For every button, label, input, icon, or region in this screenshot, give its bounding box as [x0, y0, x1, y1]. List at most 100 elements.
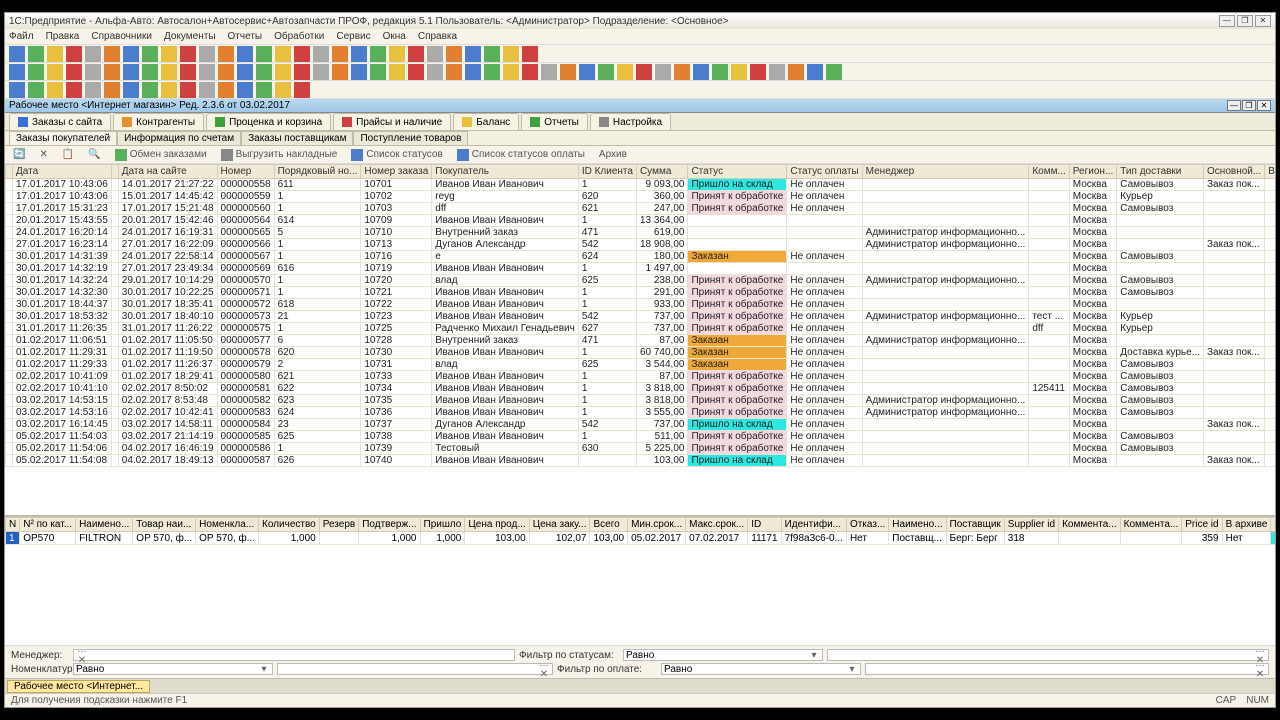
col-header[interactable]: Внутр...	[1265, 165, 1275, 179]
toolbar-button[interactable]	[218, 64, 234, 80]
close-button[interactable]: ✕	[1255, 15, 1271, 27]
toolbar-button[interactable]	[332, 46, 348, 62]
table-row[interactable]: 30.01.2017 18:53:3230.01.2017 18:40:1000…	[6, 311, 1276, 323]
toolbar-button[interactable]	[598, 64, 614, 80]
toolbar-button[interactable]	[275, 82, 291, 98]
col-header[interactable]: Тип доставки	[1117, 165, 1204, 179]
toolbar-button[interactable]	[256, 46, 272, 62]
table-row[interactable]: 05.02.2017 11:54:0804.02.2017 18:49:1300…	[6, 455, 1276, 467]
toolbar-button[interactable]	[427, 64, 443, 80]
toolbar-button[interactable]	[47, 64, 63, 80]
detail-col-header[interactable]: Всего	[590, 518, 628, 532]
subtab-2[interactable]: Заказы поставщикам	[241, 131, 353, 145]
toolbar-button[interactable]	[769, 64, 785, 80]
detail-col-header[interactable]: Идентифи...	[781, 518, 846, 532]
detail-col-header[interactable]: Мин.срок...	[628, 518, 686, 532]
detail-col-header[interactable]: Поставщик	[946, 518, 1004, 532]
toolbar-button[interactable]	[370, 46, 386, 62]
detail-col-header[interactable]: В архиве	[1222, 518, 1271, 532]
col-header[interactable]: Основной...	[1204, 165, 1265, 179]
toolbar-button[interactable]	[750, 64, 766, 80]
toolbar-button[interactable]	[484, 64, 500, 80]
action-icon[interactable]: ✕	[35, 149, 51, 160]
col-header[interactable]: Порядковый но...	[274, 165, 361, 179]
toolbar-button[interactable]	[636, 64, 652, 80]
col-header[interactable]: Менеджер	[862, 165, 1029, 179]
action-Обмен заказами[interactable]: Обмен заказами	[111, 149, 211, 161]
toolbar-button[interactable]	[655, 64, 671, 80]
table-row[interactable]: 20.01.2017 15:43:5520.01.2017 15:42:4600…	[6, 215, 1276, 227]
toolbar-button[interactable]	[465, 64, 481, 80]
action-icon[interactable]: 🔄	[9, 149, 29, 160]
col-header[interactable]: Дата на сайте	[118, 165, 217, 179]
window-tab-workspace[interactable]: Рабочее место <Интернет...	[7, 680, 150, 693]
detail-col-header[interactable]: Коммента...	[1059, 518, 1121, 532]
table-row[interactable]: 24.01.2017 16:20:1424.01.2017 16:19:3100…	[6, 227, 1276, 239]
action-Выгрузить накладные[interactable]: Выгрузить накладные	[217, 149, 342, 161]
toolbar-button[interactable]	[237, 82, 253, 98]
detail-col-header[interactable]: Статус	[1271, 518, 1275, 532]
col-header[interactable]: Статус оплаты	[787, 165, 862, 179]
toolbar-button[interactable]	[104, 82, 120, 98]
table-row[interactable]: 30.01.2017 14:31:3924.01.2017 22:58:1400…	[6, 251, 1276, 263]
toolbar-button[interactable]	[427, 46, 443, 62]
table-row[interactable]: 01.02.2017 11:06:5101.02.2017 11:05:5000…	[6, 335, 1276, 347]
toolbar-button[interactable]	[579, 64, 595, 80]
menu-Справочники[interactable]: Справочники	[91, 31, 152, 42]
toolbar-button[interactable]	[484, 46, 500, 62]
toolbar-button[interactable]	[237, 64, 253, 80]
col-header[interactable]: Сумма	[636, 165, 688, 179]
toolbar-button[interactable]	[294, 46, 310, 62]
table-row[interactable]: 05.02.2017 11:54:0604.02.2017 16:46:1900…	[6, 443, 1276, 455]
detail-col-header[interactable]: Наимено...	[889, 518, 946, 532]
table-row[interactable]: 05.02.2017 11:54:0303.02.2017 21:14:1900…	[6, 431, 1276, 443]
detail-col-header[interactable]: Номенкла...	[196, 518, 259, 532]
toolbar-button[interactable]	[826, 64, 842, 80]
toolbar-button[interactable]	[465, 46, 481, 62]
detail-col-header[interactable]: Цена прод...	[465, 518, 529, 532]
table-row[interactable]: 30.01.2017 14:32:1927.01.2017 23:49:3400…	[6, 263, 1276, 275]
toolbar-button[interactable]	[142, 64, 158, 80]
detail-col-header[interactable]: Пришло	[420, 518, 465, 532]
toolbar-button[interactable]	[522, 46, 538, 62]
detail-col-header[interactable]: Отказ...	[846, 518, 888, 532]
toolbar-button[interactable]	[9, 46, 25, 62]
toolbar-button[interactable]	[9, 64, 25, 80]
table-row[interactable]: 17.01.2017 10:43:0614.01.2017 21:27:2200…	[6, 179, 1276, 191]
manager-filter-input[interactable]: …✕	[73, 649, 515, 661]
col-header[interactable]: Покупатель	[432, 165, 579, 179]
toolbar-button[interactable]	[389, 64, 405, 80]
menu-Правка[interactable]: Правка	[46, 31, 80, 42]
toolbar-button[interactable]	[446, 64, 462, 80]
action-Список статусов оплаты[interactable]: Список статусов оплаты	[453, 149, 589, 161]
toolbar-button[interactable]	[161, 82, 177, 98]
toolbar-button[interactable]	[351, 64, 367, 80]
menu-Отчеты[interactable]: Отчеты	[228, 31, 263, 42]
toolbar-button[interactable]	[180, 46, 196, 62]
col-header[interactable]	[6, 165, 13, 179]
col-header[interactable]: Дата	[13, 165, 112, 179]
toolbar-button[interactable]	[66, 64, 82, 80]
toolbar-button[interactable]	[28, 64, 44, 80]
sub-minimize-button[interactable]: —	[1227, 100, 1241, 111]
toolbar-button[interactable]	[389, 46, 405, 62]
detail-col-header[interactable]: Коммента...	[1120, 518, 1182, 532]
table-row[interactable]: 03.02.2017 16:14:4503.02.2017 14:58:1100…	[6, 419, 1276, 431]
action-Список статусов[interactable]: Список статусов	[347, 149, 446, 161]
table-row[interactable]: 27.01.2017 16:23:1427.01.2017 16:22:0900…	[6, 239, 1276, 251]
detail-col-header[interactable]: Количество	[259, 518, 320, 532]
col-header[interactable]: Номер заказа	[361, 165, 432, 179]
menu-Справка[interactable]: Справка	[418, 31, 457, 42]
toolbar-button[interactable]	[560, 64, 576, 80]
toolbar-button[interactable]	[275, 64, 291, 80]
toolbar-button[interactable]	[85, 46, 101, 62]
toolbar-button[interactable]	[180, 82, 196, 98]
toolbar-button[interactable]	[788, 64, 804, 80]
toolbar-button[interactable]	[123, 64, 139, 80]
toolbar-button[interactable]	[161, 64, 177, 80]
toolbar-button[interactable]	[617, 64, 633, 80]
menu-Документы[interactable]: Документы	[164, 31, 216, 42]
toolbar-button[interactable]	[199, 82, 215, 98]
toolbar-button[interactable]	[351, 46, 367, 62]
detail-col-header[interactable]: Цена заку...	[529, 518, 590, 532]
